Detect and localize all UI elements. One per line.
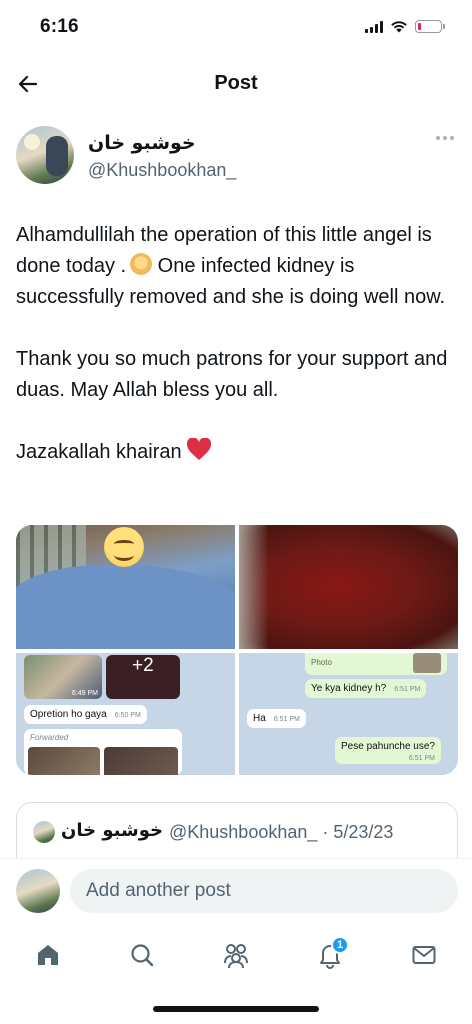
notification-badge: 1 bbox=[331, 936, 349, 954]
search-icon bbox=[131, 944, 154, 967]
quoted-avatar bbox=[33, 821, 55, 843]
home-icon bbox=[38, 945, 58, 965]
chat-message-time: 6:51 PM bbox=[273, 716, 300, 723]
chat-message-text: Ye kya kidney h? bbox=[311, 683, 387, 694]
chat-message: Opretion ho gaya 6:50 PM bbox=[24, 705, 147, 724]
chat-more-photos: +2 bbox=[106, 655, 180, 699]
smiley-emoji-icon bbox=[104, 527, 144, 567]
post-text-line: Jazakallah khairan bbox=[16, 441, 182, 463]
battery-icon bbox=[415, 20, 445, 33]
quoted-handle-date: @Khushbookhan_ · 5/23/23 bbox=[169, 822, 394, 842]
header: Post bbox=[0, 56, 472, 112]
chat-message: Ye kya kidney h? 6:51 PM bbox=[305, 679, 427, 698]
nav-home[interactable] bbox=[31, 938, 65, 972]
chat-message-text: Opretion ho gaya bbox=[30, 709, 107, 720]
status-time: 6:16 bbox=[40, 16, 79, 37]
nav-messages[interactable] bbox=[407, 938, 441, 972]
forwarded-photo-thumbnail bbox=[104, 747, 178, 775]
red-heart-emoji-icon bbox=[186, 438, 211, 460]
reply-input[interactable] bbox=[70, 869, 458, 913]
post-paragraph: Thank you so much patrons for your suppo… bbox=[16, 348, 448, 401]
media-photo-patient[interactable] bbox=[16, 525, 235, 649]
quoted-display-name: خوشبو خان bbox=[61, 820, 163, 841]
photo-label: Photo bbox=[311, 658, 332, 667]
more-options-button[interactable] bbox=[436, 136, 454, 140]
bottom-nav: 1 bbox=[0, 926, 472, 984]
post-author: خوشبو خان @Khushbookhan_ bbox=[16, 126, 456, 188]
chat-message-time: 6:51 PM bbox=[408, 755, 435, 762]
forwarded-label: Forwarded bbox=[30, 733, 69, 742]
baby-angel-emoji-icon bbox=[130, 253, 153, 275]
status-icons bbox=[365, 20, 445, 33]
media-chat-screenshot-left[interactable]: 6:49 PM +2 Opretion ho gaya 6:50 PM Forwa… bbox=[16, 653, 235, 775]
avatar[interactable] bbox=[16, 126, 74, 184]
more-photos-count: +2 bbox=[132, 655, 154, 676]
media-chat-screenshot-right[interactable]: Photo Ye kya kidney h? 6:51 PM Ha 6:51 PM … bbox=[239, 653, 458, 775]
user-avatar bbox=[16, 869, 60, 913]
home-indicator bbox=[153, 1006, 319, 1012]
quoted-post[interactable]: خوشبو خان @Khushbookhan_ · 5/23/23 bbox=[16, 802, 458, 858]
chat-photo-thumbnail: 6:49 PM bbox=[24, 655, 102, 699]
post-paragraph: Alhamdullilah the operation of this litt… bbox=[16, 220, 456, 313]
chat-forwarded-message: Forwarded bbox=[24, 729, 182, 775]
chat-message-text: Ha bbox=[253, 713, 266, 724]
nav-search[interactable] bbox=[125, 938, 159, 972]
author-handle[interactable]: @Khushbookhan_ bbox=[88, 160, 236, 181]
nav-notifications[interactable]: 1 bbox=[313, 936, 349, 972]
compose-bar bbox=[0, 858, 472, 924]
chat-photo-time: 6:49 PM bbox=[71, 690, 98, 697]
chat-photo-reply: Photo bbox=[305, 653, 447, 675]
communities-icon bbox=[224, 944, 248, 969]
chat-message-text: Pese pahunche use? bbox=[341, 741, 435, 752]
chat-message-time: 6:50 PM bbox=[114, 712, 141, 719]
author-display-name[interactable]: خوشبو خان bbox=[88, 132, 196, 154]
mail-icon bbox=[412, 946, 436, 964]
media-photo-kidney[interactable] bbox=[239, 525, 458, 649]
chat-message-time: 6:51 PM bbox=[394, 686, 421, 693]
post-text: Alhamdullilah the operation of this litt… bbox=[16, 220, 456, 468]
chat-message: Pese pahunche use? 6:51 PM bbox=[335, 737, 441, 764]
forwarded-photo-thumbnail bbox=[28, 747, 100, 775]
status-bar: 6:16 bbox=[0, 0, 472, 56]
media-grid: 6:49 PM +2 Opretion ho gaya 6:50 PM Forwa… bbox=[16, 525, 458, 775]
nav-communities[interactable] bbox=[219, 938, 253, 972]
photo-thumbnail bbox=[413, 653, 441, 673]
cellular-signal-icon bbox=[365, 20, 383, 33]
chat-message: Ha 6:51 PM bbox=[247, 709, 306, 728]
post-paragraph: Jazakallah khairan bbox=[16, 437, 456, 468]
page-title: Post bbox=[214, 72, 258, 94]
wifi-icon bbox=[391, 21, 407, 33]
